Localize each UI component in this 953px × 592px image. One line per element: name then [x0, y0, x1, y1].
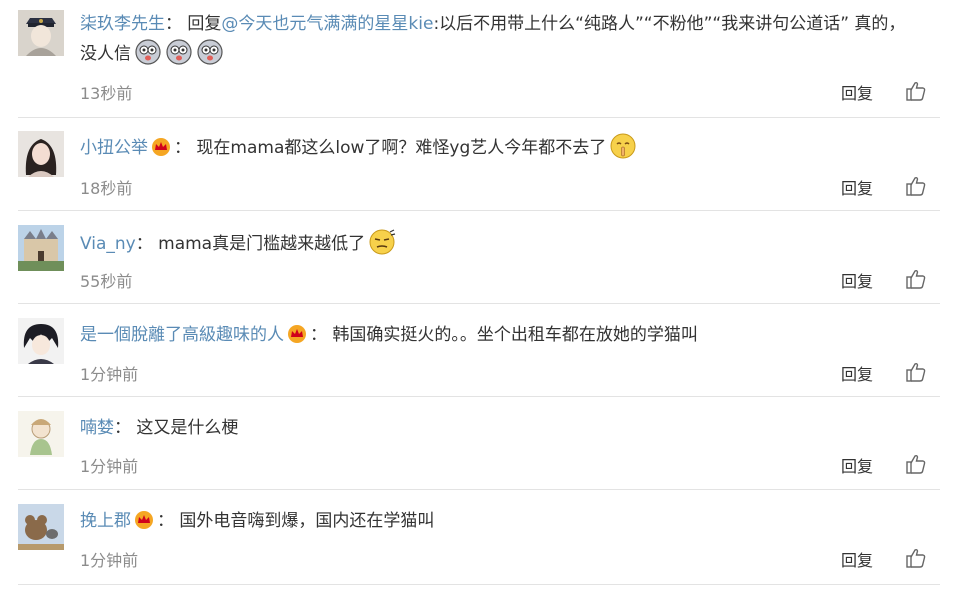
comment-text: 国外电音嗨到爆，国内还在学猫叫 [174, 511, 435, 531]
reply-button[interactable]: 回复 [841, 361, 873, 385]
colon: ： [174, 138, 191, 158]
dizzy-face-emoji-icon [197, 39, 223, 65]
thumbs-up-icon[interactable] [905, 453, 927, 475]
comment-text: :以后不用带上什么“纯路人”“不粉他”“我来讲句公道话” 真的， [433, 14, 906, 34]
username-link[interactable]: 小扭公举 [80, 138, 148, 158]
thumbs-up-icon[interactable] [905, 547, 927, 569]
username-link[interactable]: 挽上郡 [80, 511, 131, 531]
colon: ： [157, 511, 174, 531]
avatar[interactable] [18, 411, 64, 457]
avatar[interactable] [18, 318, 64, 364]
comment-text: 韩国确实挺火的。。坐个出租车都在放她的学猫叫 [327, 325, 698, 345]
avatar[interactable] [18, 10, 64, 56]
thumbs-up-icon[interactable] [905, 268, 927, 290]
colon: ： [310, 325, 327, 345]
comment-text: mama真是门槛越来越低了 [152, 234, 366, 254]
vip-crown-icon [135, 511, 153, 529]
comment-body: 柒玖李先生： 回复@今天也元气满满的星星kie:以后不用带上什么“纯路人”“不粉… [80, 10, 930, 68]
username-link[interactable]: Via_ny [80, 234, 136, 254]
comment-body: 挽上郡 ： 国外电音嗨到爆，国内还在学猫叫 [80, 507, 930, 535]
reply-button[interactable]: 回复 [841, 453, 873, 477]
comment-timestamp: 18秒前 [80, 179, 133, 198]
username-link[interactable]: 喃婪 [80, 418, 114, 438]
colon: ： [165, 14, 182, 34]
divider [18, 584, 940, 585]
comment-list: 柒玖李先生： 回复@今天也元气满满的星星kie:以后不用带上什么“纯路人”“不粉… [0, 0, 953, 592]
comment-body: 喃婪： 这又是什么梗 [80, 414, 930, 442]
vip-crown-icon [288, 325, 306, 343]
reply-button[interactable]: 回复 [841, 80, 873, 104]
comment-item: 小扭公举 ： 现在mama都这么low了啊？难怪yg艺人今年都不去了 18秒前 回… [0, 118, 953, 212]
avatar[interactable] [18, 131, 64, 177]
reply-button[interactable]: 回复 [841, 175, 873, 199]
comment-timestamp: 13秒前 [80, 84, 133, 103]
comment-text-cont: 没人信 [80, 44, 131, 64]
comment-text: 这又是什么梗 [131, 418, 239, 438]
thumbs-up-icon[interactable] [905, 175, 927, 197]
comment-body: Via_ny： mama真是门槛越来越低了 [80, 228, 930, 258]
comment-timestamp: 55秒前 [80, 272, 133, 291]
comment-item: 挽上郡 ： 国外电音嗨到爆，国内还在学猫叫 1分钟前 回复 [0, 490, 953, 592]
colon: ： [114, 418, 131, 438]
comment-item: Via_ny： mama真是门槛越来越低了 55秒前 回复 [0, 211, 953, 304]
comment-body: 小扭公举 ： 现在mama都这么low了啊？难怪yg艺人今年都不去了 [80, 132, 930, 162]
comment-item: 喃婪： 这又是什么梗 1分钟前 回复 [0, 397, 953, 490]
comment-timestamp: 1分钟前 [80, 457, 139, 476]
comment-text: 现在mama都这么low了啊？难怪yg艺人今年都不去了 [191, 138, 607, 158]
comment-timestamp: 1分钟前 [80, 365, 139, 384]
unamused-face-emoji-icon [369, 229, 396, 255]
thumbs-up-icon[interactable] [905, 361, 927, 383]
vip-crown-icon [152, 138, 170, 156]
shush-face-emoji-icon [610, 133, 636, 159]
comment-item: 柒玖李先生： 回复@今天也元气满满的星星kie:以后不用带上什么“纯路人”“不粉… [0, 0, 953, 118]
avatar[interactable] [18, 225, 64, 271]
comment-timestamp: 1分钟前 [80, 551, 139, 570]
reply-button[interactable]: 回复 [841, 268, 873, 292]
colon: ： [135, 234, 153, 254]
dizzy-face-emoji-icon [166, 39, 192, 65]
mention-link[interactable]: @今天也元气满满的星星kie [221, 14, 433, 34]
thumbs-up-icon[interactable] [905, 80, 927, 102]
comment-body: 是一個脫離了高級趣味的人 ： 韩国确实挺火的。。坐个出租车都在放她的学猫叫 [80, 321, 930, 349]
avatar[interactable] [18, 504, 64, 550]
dizzy-face-emoji-icon [135, 39, 161, 65]
reply-button[interactable]: 回复 [841, 547, 873, 571]
reply-prefix: 回复 [182, 14, 222, 34]
comment-item: 是一個脫離了高級趣味的人 ： 韩国确实挺火的。。坐个出租车都在放她的学猫叫 1分钟… [0, 304, 953, 397]
username-link[interactable]: 是一個脫離了高級趣味的人 [80, 325, 284, 345]
username-link[interactable]: 柒玖李先生 [80, 14, 165, 34]
